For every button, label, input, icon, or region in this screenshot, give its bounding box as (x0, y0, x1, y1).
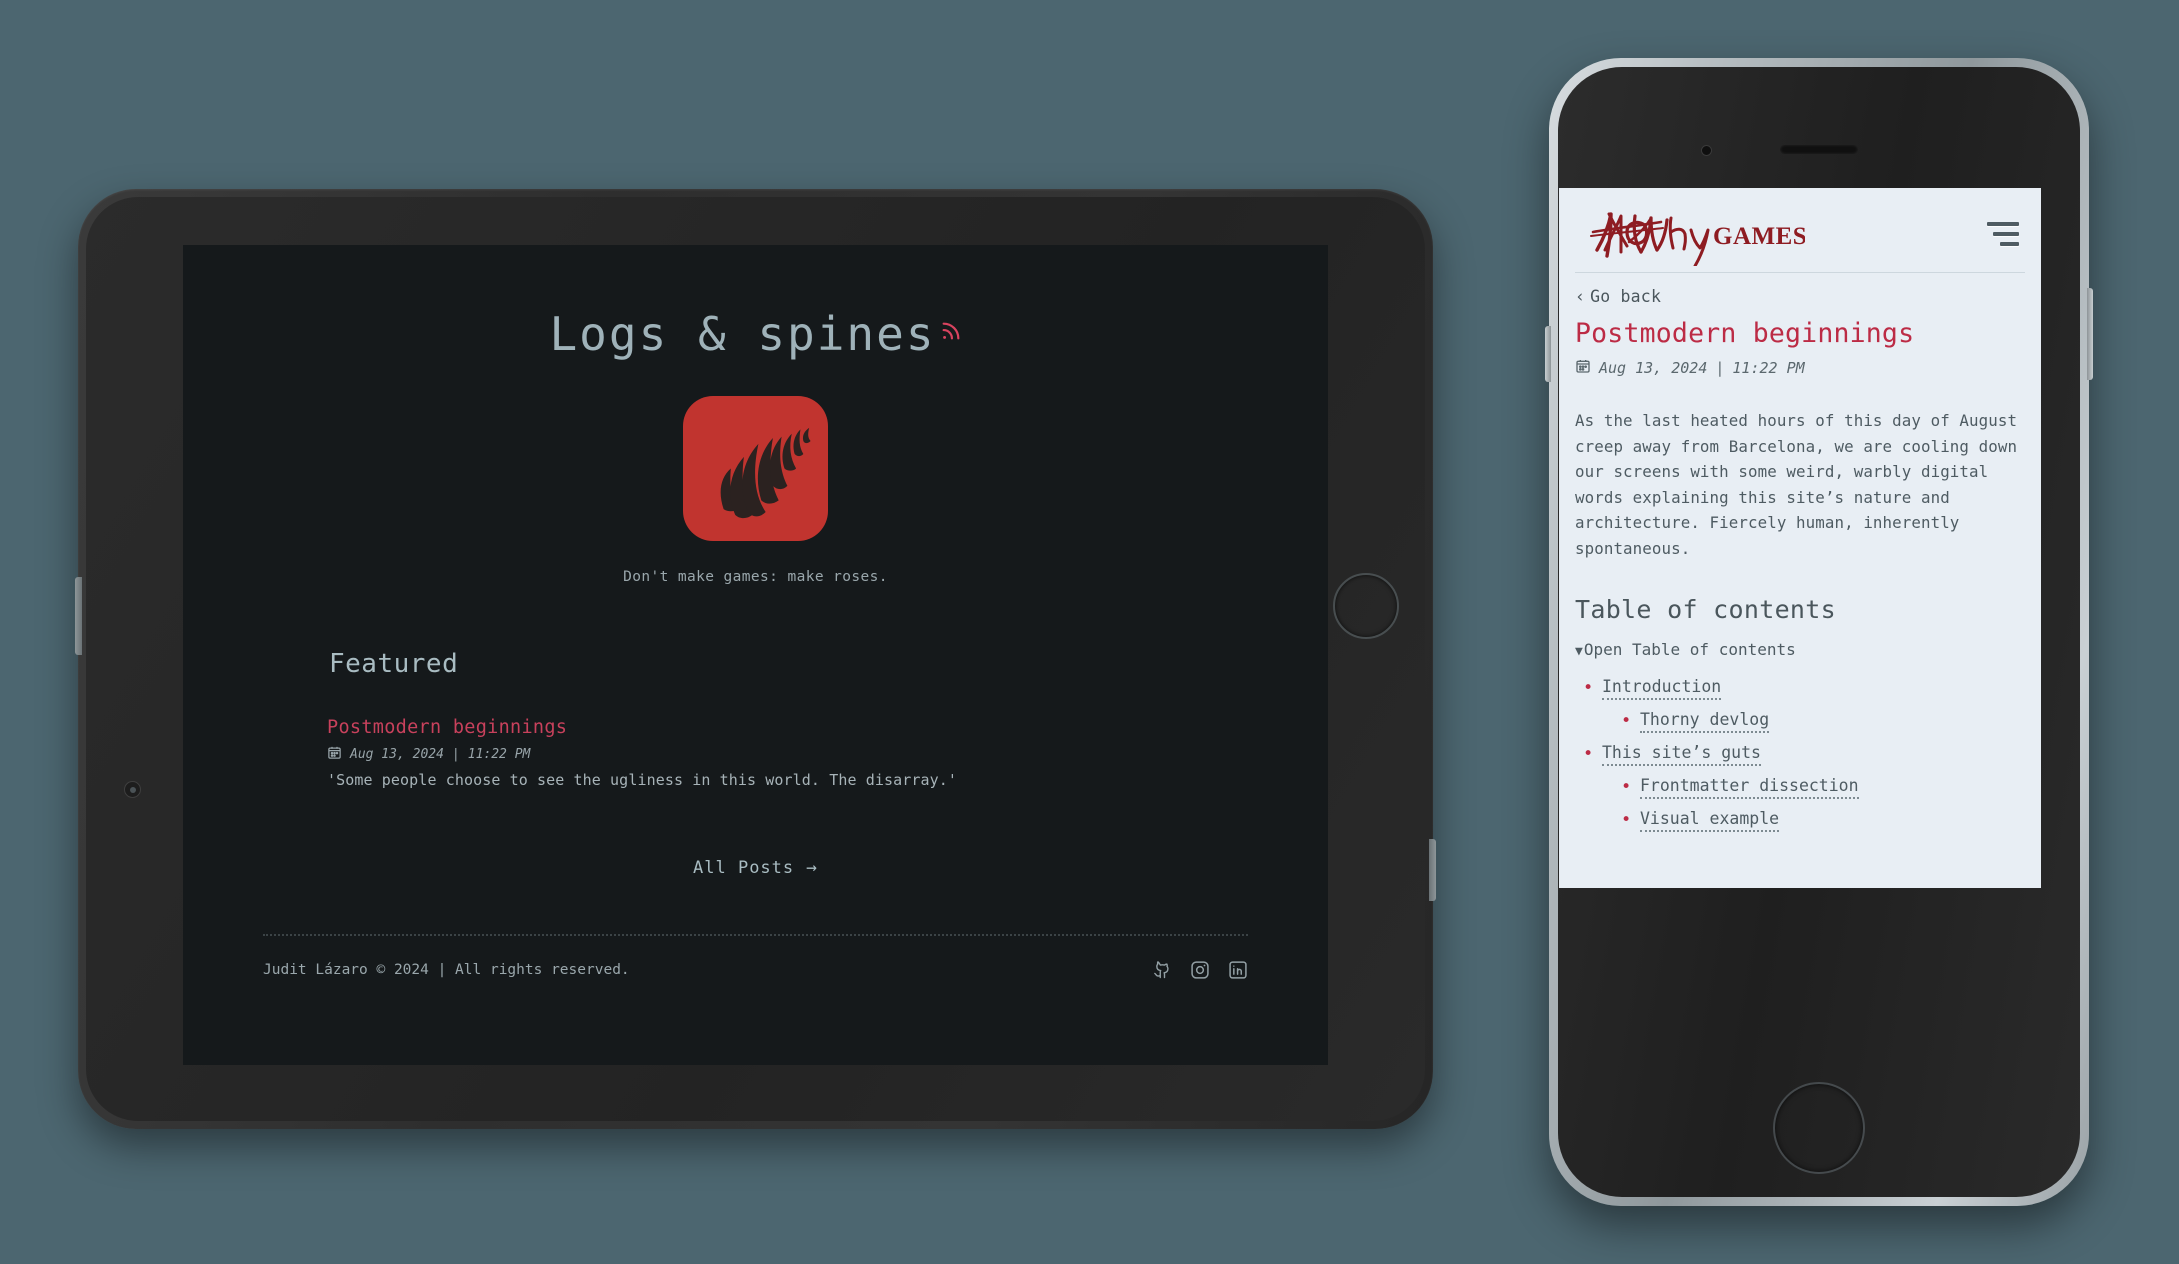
phone-front-camera (1701, 145, 1712, 156)
triangle-down-icon: ▼ (1575, 644, 1583, 660)
calendar-icon (1575, 358, 1591, 378)
phone-power-button[interactable] (2087, 288, 2093, 380)
hamburger-line-1 (1987, 222, 2019, 226)
featured-post-time: 11:22 PM (467, 747, 531, 762)
go-back-link[interactable]: ‹ Go back (1575, 287, 2025, 306)
list-item[interactable]: Thorny devlog (1575, 710, 2025, 734)
phone-home-button[interactable] (1773, 1082, 1865, 1174)
tablet-device: Logs & spines Don't make games: make ros… (75, 189, 1436, 1129)
list-item[interactable]: Visual example (1575, 809, 2025, 833)
footer-copyright: Judit Lázaro © 2024 | All rights reserve… (263, 962, 630, 978)
toc-heading: Table of contents (1575, 595, 1836, 625)
mobile-site-header: GAMES (1559, 188, 2041, 268)
tablet-volume-button[interactable] (1429, 839, 1436, 901)
mobile-post-body: ‹ Go back Postmodern beginnings Aug 13, 2… (1559, 273, 2041, 833)
go-back-label: Go back (1590, 287, 1662, 306)
featured-post-card[interactable]: Postmodern beginnings Aug 13, 2024 | 11:… (327, 717, 1284, 789)
post-date: Aug 13, 2024 (1599, 359, 1708, 377)
toc-toggle[interactable]: ▼Open Table of contents (1575, 640, 2025, 659)
list-item[interactable]: This site’s guts (1575, 743, 2025, 767)
featured-post-separator: | (451, 747, 460, 762)
post-intro-paragraph: As the last heated hours of this day of … (1575, 411, 2018, 558)
calendar-icon (327, 745, 342, 764)
phone-screen: GAMES ‹ Go back Postmodern beginnings Aug… (1559, 188, 2041, 888)
tablet-home-button[interactable] (1333, 573, 1399, 639)
featured-heading: Featured (329, 649, 459, 679)
rss-icon[interactable] (940, 299, 962, 353)
post-time: 11:22 PM (1732, 359, 1805, 377)
phone-volume-button[interactable] (1545, 326, 1551, 382)
hamburger-line-2 (1993, 232, 2019, 236)
site-title-row: Logs & spines (227, 281, 1284, 361)
post-meta: Aug 13, 2024 | 11:22 PM (1575, 358, 2025, 378)
github-icon[interactable] (1152, 960, 1172, 980)
toc-toggle-label: Open Table of contents (1583, 640, 1796, 660)
svg-text:GAMES: GAMES (1713, 223, 1805, 250)
arrow-right-icon: → (806, 857, 818, 878)
toc-link[interactable]: This site’s guts (1602, 743, 1761, 767)
all-posts-label: All Posts (693, 858, 795, 878)
nowhy-games-logo[interactable]: GAMES (1575, 202, 1807, 268)
hamburger-menu-icon[interactable] (1987, 222, 2021, 246)
thorn-leaf-logo (683, 396, 828, 541)
site-footer: Judit Lázaro © 2024 | All rights reserve… (227, 936, 1284, 980)
featured-post-date: Aug 13, 2024 (350, 747, 444, 762)
tablet-screen: Logs & spines Don't make games: make ros… (183, 245, 1328, 1065)
instagram-icon[interactable] (1190, 960, 1210, 980)
post-title: Postmodern beginnings (1575, 318, 1915, 349)
blog-home-page: Logs & spines Don't make games: make ros… (183, 245, 1328, 1065)
chevron-left-icon: ‹ (1575, 287, 1586, 306)
toc-link[interactable]: Introduction (1602, 677, 1722, 701)
linkedin-icon[interactable] (1228, 960, 1248, 980)
phone-earpiece-speaker (1780, 145, 1858, 154)
footer-social-links (1152, 960, 1248, 980)
hamburger-line-3 (2000, 242, 2019, 246)
all-posts-link[interactable]: All Posts → (227, 857, 1284, 878)
site-tagline: Don't make games: make roses. (623, 569, 888, 585)
site-logo-wrapper (227, 396, 1284, 545)
toc-link[interactable]: Thorny devlog (1640, 710, 1770, 734)
list-item[interactable]: Introduction (1575, 677, 2025, 701)
toc-link[interactable]: Visual example (1640, 809, 1780, 833)
list-item[interactable]: Frontmatter dissection (1575, 776, 2025, 800)
site-title: Logs & spines (549, 307, 936, 361)
featured-post-title[interactable]: Postmodern beginnings (327, 717, 1284, 738)
tablet-front-camera (124, 781, 141, 798)
toc-list: Introduction Thorny devlog This site’s g… (1575, 677, 2025, 833)
featured-post-meta: Aug 13, 2024 | 11:22 PM (327, 745, 1284, 764)
tablet-side-button[interactable] (75, 577, 82, 655)
phone-device: GAMES ‹ Go back Postmodern beginnings Aug… (1545, 58, 2093, 1206)
featured-post-snippet: 'Some people choose to see the ugliness … (327, 771, 958, 789)
toc-link[interactable]: Frontmatter dissection (1640, 776, 1859, 800)
post-meta-separator: | (1715, 359, 1725, 377)
